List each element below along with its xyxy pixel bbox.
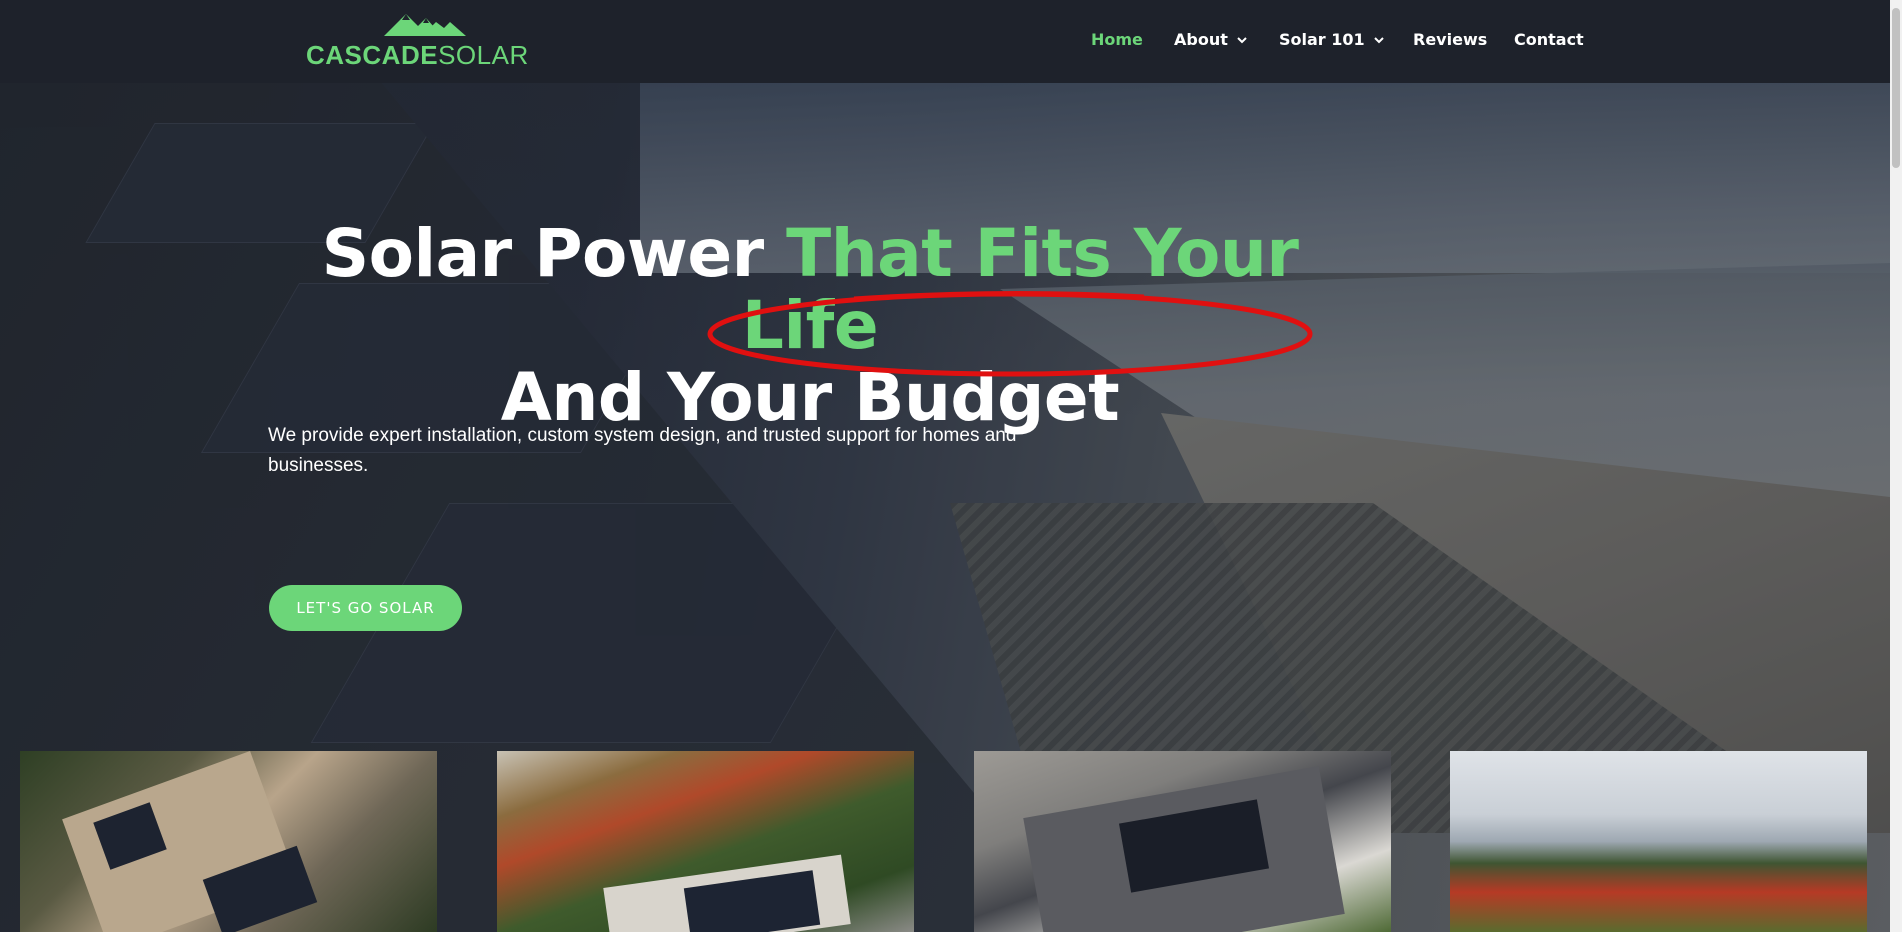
hero-title: Solar Power That Fits Your Life And Your… (290, 218, 1330, 434)
mountain-icon (384, 14, 466, 36)
site-header: CASCADESOLAR Home About Solar 101 Review… (0, 0, 1890, 83)
nav-solar-101-label: Solar 101 (1279, 30, 1365, 49)
nav-contact[interactable]: Contact (1514, 30, 1584, 49)
page-scrollbar[interactable] (1890, 0, 1902, 932)
gallery-image-1[interactable] (20, 751, 437, 932)
logo-text-light: SOLAR (438, 40, 529, 70)
nav-reviews[interactable]: Reviews (1413, 30, 1487, 49)
hero-title-part1: Solar Power (321, 215, 787, 292)
logo-text-bold: CASCADE (306, 40, 439, 70)
logo-wordmark: CASCADESOLAR (306, 40, 529, 71)
gallery-image-2[interactable] (497, 751, 914, 932)
nav-contact-label: Contact (1514, 30, 1584, 49)
nav-about-label: About (1174, 30, 1228, 49)
hero-title-accent: That Fits Your Life (741, 215, 1299, 364)
lets-go-solar-button[interactable]: LET'S GO SOLAR (269, 585, 462, 631)
nav-home-label: Home (1091, 30, 1143, 49)
chevron-down-icon (1373, 36, 1384, 43)
site-logo[interactable]: CASCADESOLAR (306, 10, 542, 72)
hero-subtitle: We provide expert installation, custom s… (268, 425, 1017, 476)
scrollbar-thumb[interactable] (1892, 8, 1900, 168)
chevron-down-icon (1237, 36, 1247, 43)
nav-home[interactable]: Home (1091, 30, 1143, 49)
nav-solar-101[interactable]: Solar 101 (1279, 30, 1385, 49)
nav-reviews-label: Reviews (1413, 30, 1488, 49)
gallery-image-3[interactable] (974, 751, 1391, 932)
gallery-image-4[interactable] (1450, 751, 1867, 932)
nav-about[interactable]: About (1174, 30, 1248, 49)
